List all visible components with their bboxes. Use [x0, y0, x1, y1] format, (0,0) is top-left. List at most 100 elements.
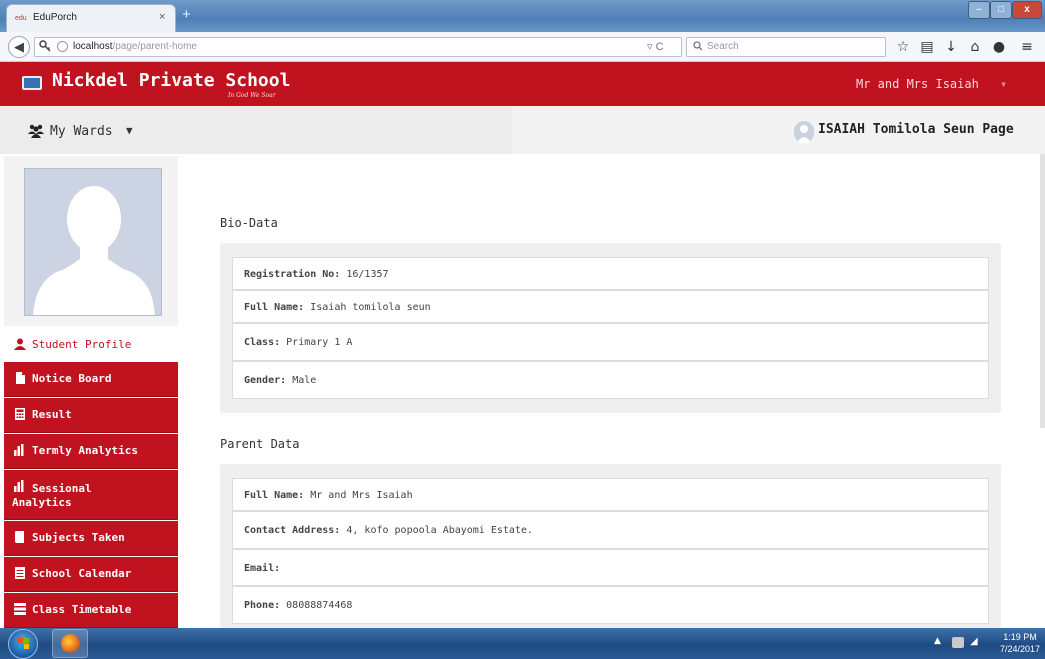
- windows-start-icon[interactable]: [8, 629, 38, 659]
- firefox-taskbar-button[interactable]: [52, 629, 88, 658]
- field-value: Mr and Mrs Isaiah: [310, 490, 413, 501]
- student-avatar-icon: [794, 121, 814, 143]
- tray-expand-icon[interactable]: ▲: [934, 636, 941, 646]
- calendar-icon: [14, 567, 26, 579]
- clock[interactable]: 1:19 PM 7/24/2017: [996, 631, 1044, 655]
- bio-row-registration: Registration No: 16/1357: [232, 257, 989, 290]
- sidebar-item-label: Sessional Analytics: [12, 482, 92, 509]
- field-label: Full Name:: [244, 302, 305, 313]
- book-icon: [14, 531, 26, 543]
- sidebar-item-school-calendar[interactable]: School Calendar: [4, 557, 178, 592]
- clock-date: 7/24/2017: [999, 644, 1041, 654]
- list-icon: [14, 603, 26, 615]
- field-label: Gender:: [244, 375, 287, 386]
- bar-chart-icon: [14, 444, 26, 456]
- calculator-icon: [14, 408, 26, 420]
- maximize-button[interactable]: □: [990, 1, 1012, 19]
- field-value: 16/1357: [346, 269, 389, 280]
- close-window-button[interactable]: x: [1012, 1, 1042, 19]
- field-value: Primary 1 A: [286, 337, 353, 348]
- url-host: localhost: [73, 41, 113, 52]
- sidebar-item-label: Result: [32, 408, 72, 421]
- sidebar-item-label: Subjects Taken: [32, 531, 125, 544]
- bio-row-full-name: Full Name: Isaiah tomilola seun: [232, 290, 989, 323]
- field-value: Isaiah tomilola seun: [310, 302, 431, 313]
- school-logo-icon: [22, 76, 42, 90]
- reading-list-icon[interactable]: ▤: [917, 38, 937, 58]
- parent-row-full-name: Full Name: Mr and Mrs Isaiah: [232, 478, 989, 511]
- file-icon: [14, 372, 26, 384]
- bio-row-gender: Gender: Male: [232, 361, 989, 399]
- subheader: My Wards ▼ ISAIAH Tomilola Seun Page: [0, 106, 1045, 154]
- key-icon: [39, 40, 51, 55]
- browser-tab-bar: edu EduPorch × + – □ x: [0, 0, 1045, 32]
- sidebar-item-label: School Calendar: [32, 567, 132, 580]
- firefox-icon: [61, 634, 80, 653]
- page-scrollbar[interactable]: [1040, 154, 1045, 428]
- download-icon[interactable]: ↓: [941, 38, 961, 58]
- site-header: Nickdel Private School In God We Soar Mr…: [0, 62, 1045, 106]
- url-path: /page/parent-home: [112, 41, 197, 52]
- sidebar-item-notice-board[interactable]: Notice Board: [4, 362, 178, 397]
- sidebar-item-termly-analytics[interactable]: Termly Analytics: [4, 434, 178, 469]
- school-motto: In God We Soar: [228, 92, 276, 99]
- eduporch-favicon-icon: edu: [15, 15, 27, 22]
- sidebar-item-subjects-taken[interactable]: Subjects Taken: [4, 521, 178, 556]
- new-tab-button[interactable]: +: [182, 6, 191, 23]
- system-tray: ▲ ◢ 1:19 PM 7/24/2017: [930, 632, 1045, 656]
- browser-nav-bar: ◀ localhost/page/parent-home ▿ C Search …: [0, 32, 1045, 62]
- users-icon: [28, 123, 44, 138]
- sidebar-item-class-timetable[interactable]: Class Timetable: [4, 593, 178, 628]
- bookmark-star-icon[interactable]: ☆: [893, 38, 913, 58]
- parent-row-phone: Phone: 08088874468: [232, 586, 989, 624]
- profile-photo: [24, 168, 162, 316]
- site-info-icon[interactable]: [57, 41, 68, 52]
- chevron-down-icon: ▾: [1000, 77, 1008, 91]
- minimize-button[interactable]: –: [968, 1, 990, 19]
- chat-icon[interactable]: ●: [989, 38, 1009, 58]
- sidebar-item-label: Student Profile: [32, 338, 132, 351]
- caret-down-icon[interactable]: ▼: [126, 124, 133, 137]
- field-label: Class:: [244, 337, 281, 348]
- field-label: Full Name:: [244, 490, 305, 501]
- sidebar-item-label: Class Timetable: [32, 603, 132, 616]
- student-page-title: ISAIAH Tomilola Seun Page: [818, 122, 1014, 137]
- browser-tab[interactable]: edu EduPorch ×: [6, 4, 176, 32]
- parent-row-contact-address: Contact Address: 4, kofo popoola Abayomi…: [232, 511, 989, 549]
- profile-photo-frame: [4, 156, 178, 326]
- browser-search-box[interactable]: Search: [686, 37, 886, 57]
- tab-title: EduPorch: [33, 12, 77, 23]
- field-label: Registration No:: [244, 269, 341, 280]
- reload-icon[interactable]: ▿ C: [647, 40, 664, 53]
- home-icon[interactable]: ⌂: [965, 38, 985, 58]
- back-arrow-icon[interactable]: ◀: [8, 36, 30, 58]
- user-icon: [14, 338, 26, 350]
- sidebar-item-sessional-analytics[interactable]: Sessional Analytics: [4, 470, 178, 520]
- bio-data-panel: Registration No: 16/1357 Full Name: Isai…: [220, 243, 1001, 413]
- clock-time: 1:19 PM: [1003, 632, 1037, 642]
- sidebar-item-label: Termly Analytics: [32, 444, 138, 457]
- field-label: Phone:: [244, 600, 281, 611]
- sidebar-item-result[interactable]: Result: [4, 398, 178, 433]
- sidebar-item-label: Notice Board: [32, 372, 112, 385]
- search-icon: [693, 41, 703, 54]
- my-wards-dropdown[interactable]: My Wards: [50, 124, 113, 139]
- bio-row-class: Class: Primary 1 A: [232, 323, 989, 361]
- user-name: Mr and Mrs Isaiah: [856, 77, 979, 91]
- url-bar[interactable]: localhost/page/parent-home ▿ C: [34, 37, 682, 57]
- parent-row-email: Email:: [232, 549, 989, 586]
- parent-data-panel: Full Name: Mr and Mrs Isaiah Contact Add…: [220, 464, 1001, 628]
- school-name[interactable]: Nickdel Private School: [52, 70, 290, 91]
- network-signal-icon[interactable]: ◢: [970, 636, 978, 647]
- menu-icon[interactable]: ≡: [1017, 38, 1037, 58]
- sidebar: Student Profile Notice Board Result Term…: [0, 154, 178, 628]
- field-value: 08088874468: [286, 600, 353, 611]
- sidebar-item-student-profile[interactable]: Student Profile: [4, 328, 178, 360]
- action-center-flag-icon[interactable]: [952, 637, 964, 648]
- bio-data-title: Bio-Data: [220, 216, 278, 230]
- tab-close-icon[interactable]: ×: [159, 11, 165, 23]
- parent-data-title: Parent Data: [220, 437, 300, 451]
- field-label: Email:: [244, 563, 281, 574]
- field-value: Male: [292, 375, 317, 386]
- window-controls: – □ x: [968, 1, 1042, 19]
